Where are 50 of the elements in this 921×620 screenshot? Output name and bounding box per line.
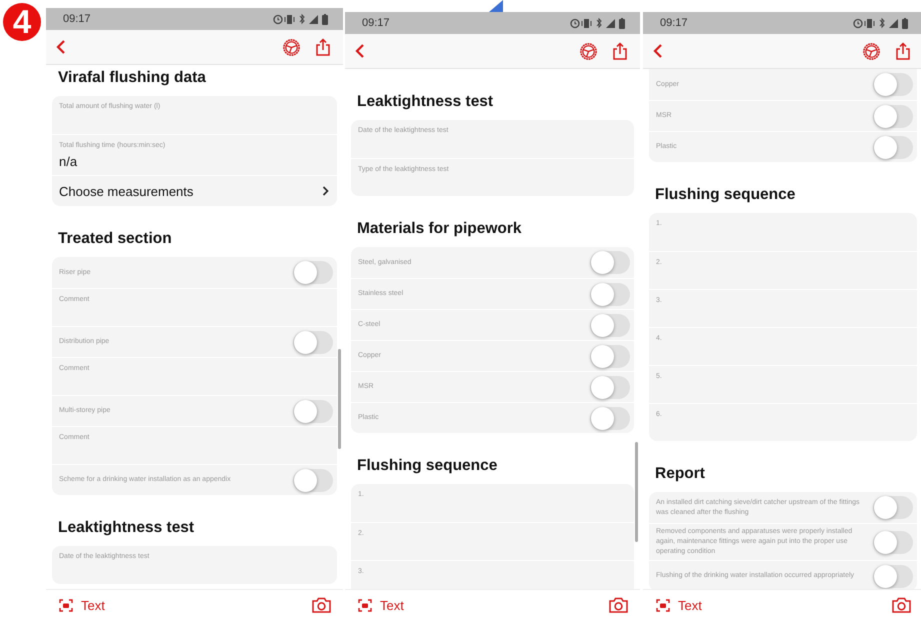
text-scan-button[interactable]: Text — [358, 598, 404, 612]
toggle-switch[interactable] — [590, 282, 630, 306]
section-heading: Virafal flushing data — [58, 68, 207, 88]
section-heading: Materials for pipework — [357, 219, 523, 239]
toggle-switch[interactable] — [293, 330, 333, 354]
toggle-switch[interactable] — [873, 104, 913, 128]
camera-icon[interactable] — [609, 597, 628, 613]
scan-icon — [656, 598, 670, 612]
camera-icon[interactable] — [892, 597, 911, 613]
toggle-switch[interactable] — [590, 406, 630, 430]
toggle-switch[interactable] — [873, 73, 913, 96]
toggle-switch[interactable] — [590, 344, 630, 368]
chevron-right-icon — [322, 186, 329, 196]
back-icon[interactable] — [56, 40, 66, 54]
status-time: 09:17 — [362, 17, 391, 29]
toggle-switch[interactable] — [873, 564, 913, 588]
status-time: 09:17 — [63, 13, 92, 25]
section-heading: Leaktightness test — [58, 518, 196, 538]
steering-wheel-icon[interactable] — [282, 38, 301, 56]
toggle-switch[interactable] — [873, 136, 913, 158]
section-heading: Report — [655, 464, 706, 484]
toggle-switch[interactable] — [293, 468, 333, 492]
section-heading: Flushing sequence — [655, 185, 796, 205]
list-row[interactable]: Choose measurements — [52, 175, 337, 206]
triangle-marker — [489, 0, 505, 12]
section-heading: Leaktightness test — [357, 92, 494, 112]
toggle-switch[interactable] — [590, 314, 630, 336]
share-icon[interactable] — [315, 38, 331, 56]
toggle-switch[interactable] — [293, 261, 333, 284]
scan-icon — [358, 598, 372, 612]
text-scan-button[interactable]: Text — [59, 598, 105, 612]
step-number-badge: 4 — [3, 3, 41, 41]
share-icon[interactable] — [612, 42, 628, 60]
toggle-switch[interactable] — [873, 496, 913, 519]
toggle-switch[interactable] — [873, 530, 913, 554]
camera-icon[interactable] — [312, 597, 331, 613]
back-icon[interactable] — [653, 44, 663, 58]
toggle-switch[interactable] — [590, 251, 630, 274]
steering-wheel-icon[interactable] — [579, 42, 598, 60]
share-icon[interactable] — [895, 42, 911, 60]
section-heading: Flushing sequence — [357, 456, 498, 476]
toggle-switch[interactable] — [590, 376, 630, 398]
status-time: 09:17 — [660, 17, 689, 29]
section-heading: Treated section — [58, 229, 173, 249]
field-value: n/a — [59, 154, 78, 169]
back-icon[interactable] — [355, 44, 365, 58]
scan-icon — [59, 598, 73, 612]
toggle-switch[interactable] — [293, 400, 333, 422]
text-scan-button[interactable]: Text — [656, 598, 702, 612]
steering-wheel-icon[interactable] — [862, 42, 881, 60]
